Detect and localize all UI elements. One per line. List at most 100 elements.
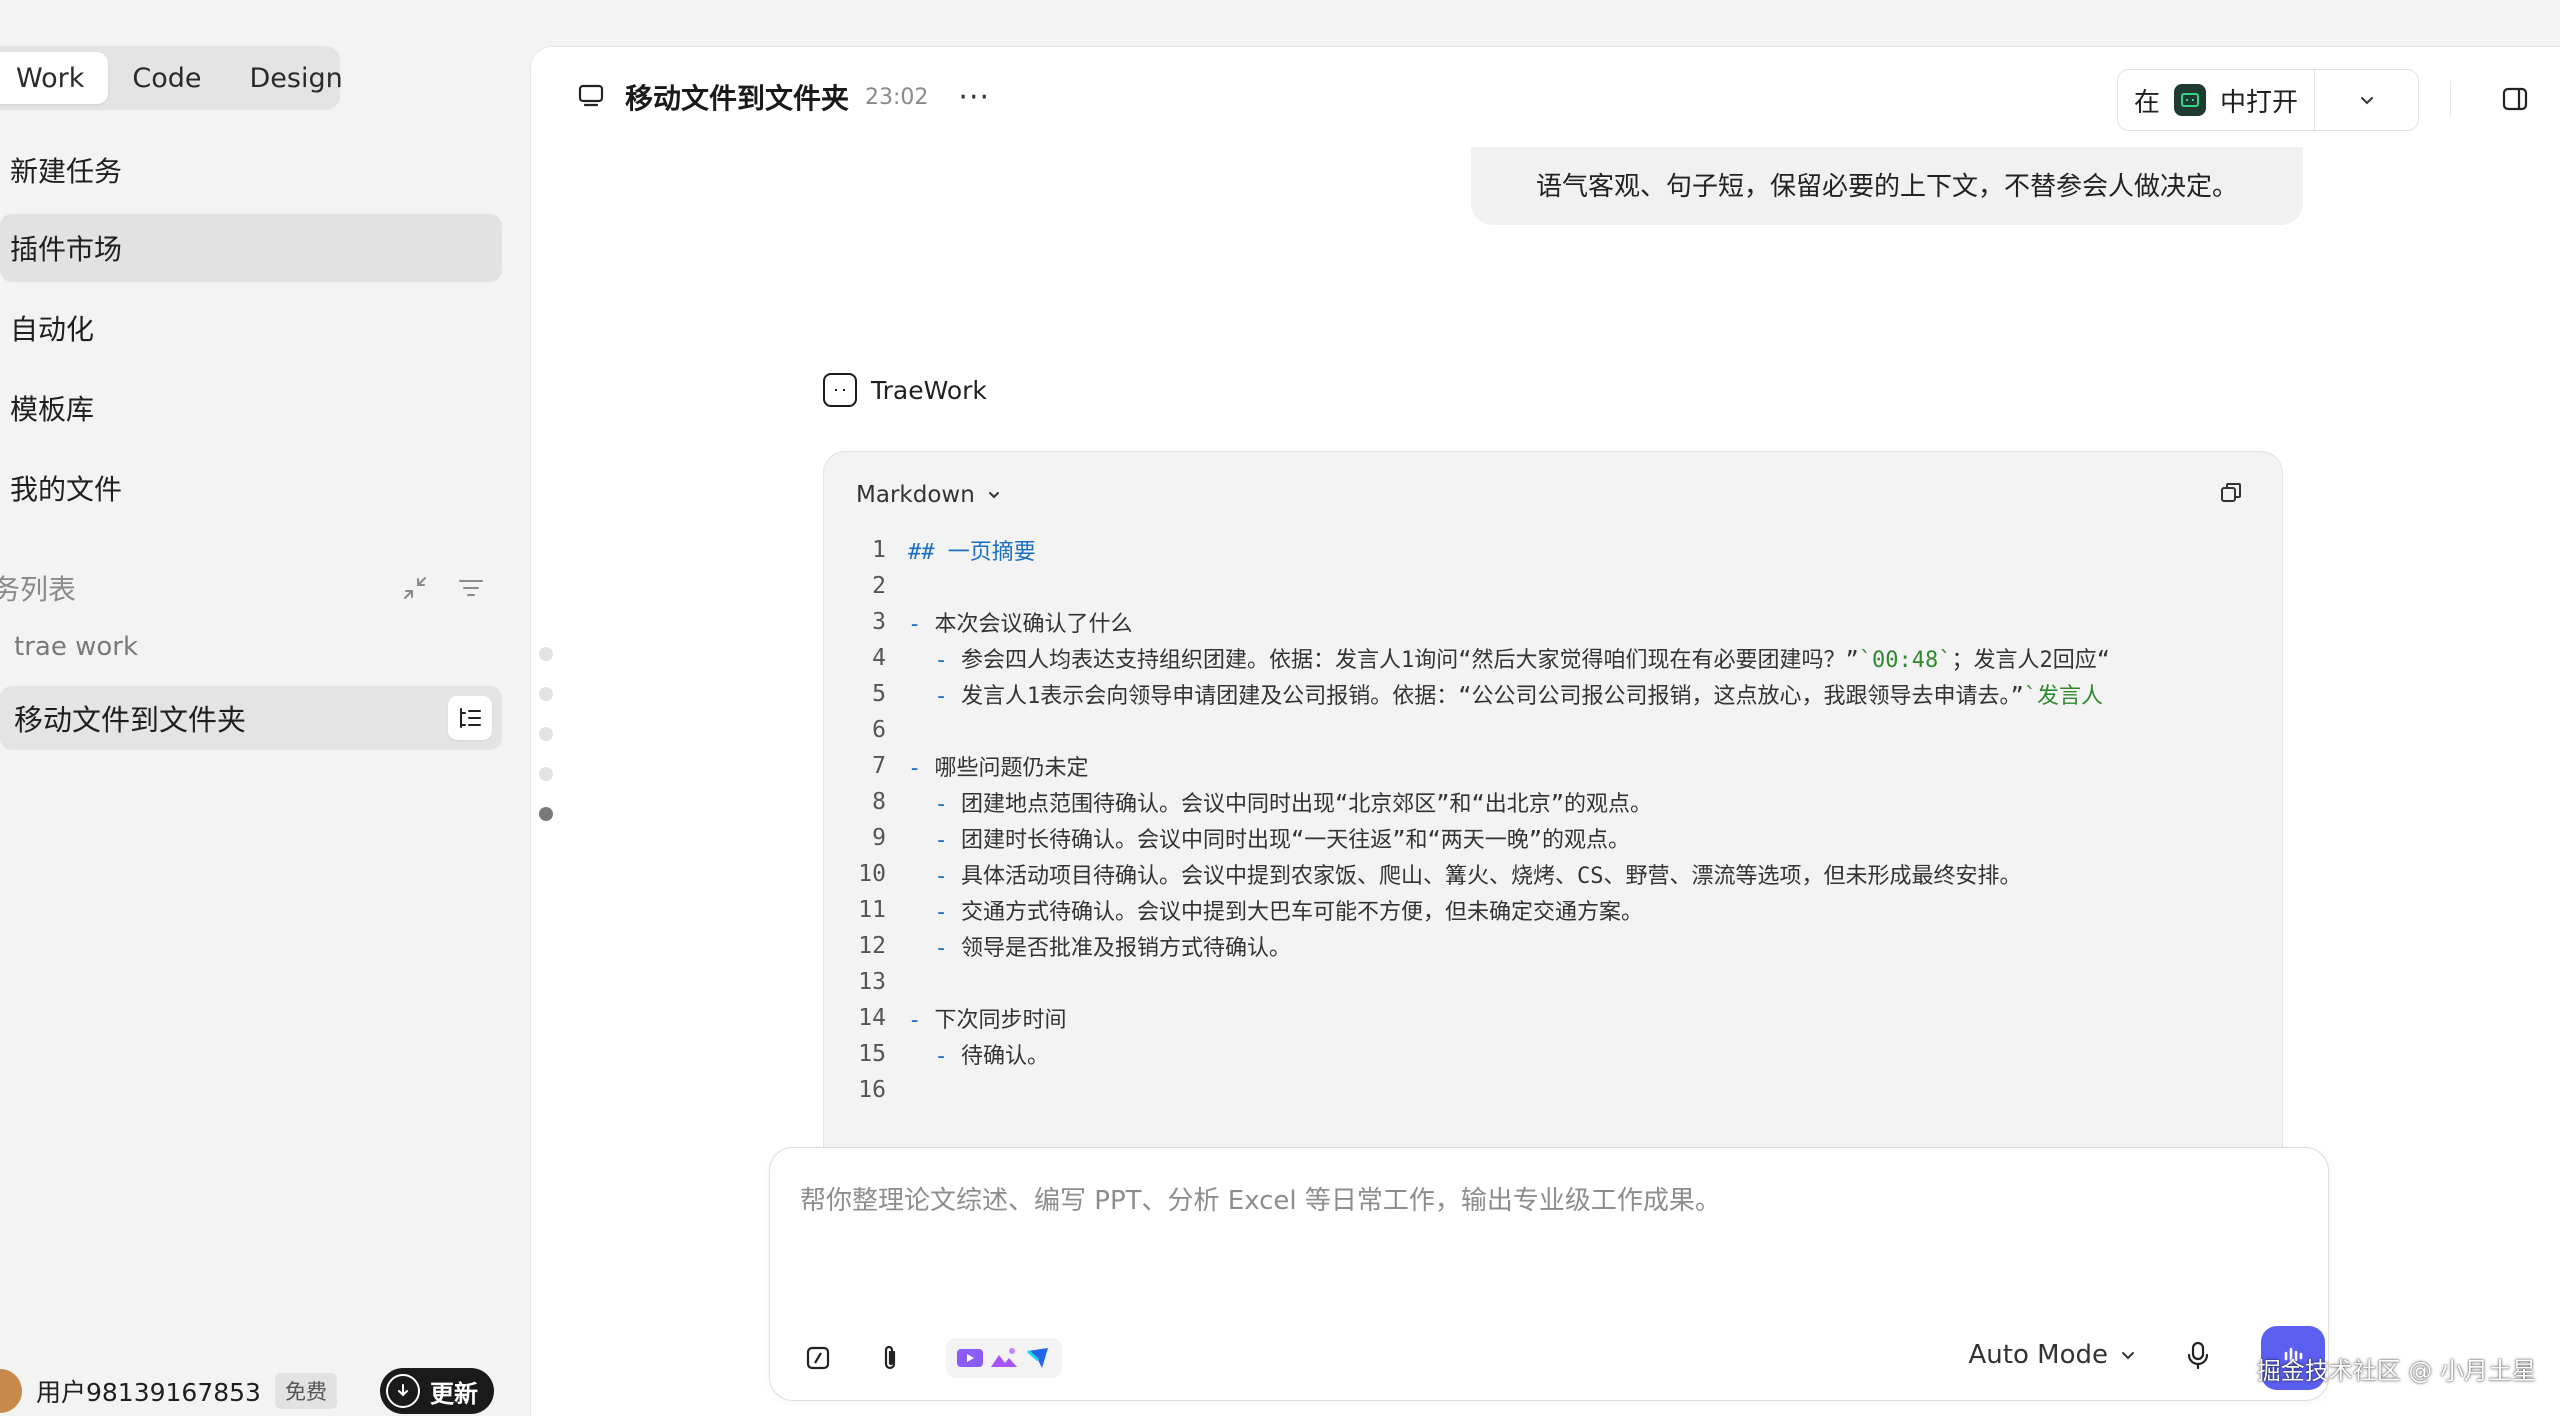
code-token: - — [908, 684, 961, 709]
mode-tab-work[interactable]: Work — [0, 52, 109, 104]
header-timestamp: 23:02 — [865, 84, 929, 110]
code-token: ；发言人2回应“ — [1951, 648, 2110, 673]
open-in-prefix: 在 — [2134, 87, 2161, 118]
sidebar: Work Code Design 新建任务 插件市场 自动化 模板库 我的文件 … — [0, 0, 530, 1416]
line-number: 11 — [858, 897, 886, 923]
code-line: 14 - 下次同步时间 — [824, 1000, 2282, 1036]
scroll-dot[interactable] — [539, 727, 553, 741]
code-line: 15 - 待确认。 — [824, 1036, 2282, 1072]
code-token: 参会四人均表达支持组织团建。依据：发言人1询问“然后大家觉得咱们现在有必要团建吗… — [960, 648, 1859, 673]
filter-icon[interactable] — [456, 573, 486, 603]
code-token: 待确认。 — [960, 1044, 1049, 1069]
conversation-header: 移动文件到文件夹 23:02 ··· 在 中打开 — [531, 47, 2560, 147]
scroll-dot-active[interactable] — [539, 807, 553, 821]
code-token: - — [908, 864, 961, 889]
nav-templates[interactable]: 模板库 — [0, 374, 502, 442]
mode-switch: Work Code Design — [0, 46, 343, 110]
task-list-title: 务列表 — [0, 573, 77, 606]
code-line: 4 - 参会四人均表达支持组织团建。依据：发言人1询问“然后大家觉得咱们现在有必… — [824, 640, 2282, 676]
nav-templates-label: 模板库 — [10, 393, 95, 426]
code-line: 7- 哪些问题仍未定 — [824, 748, 2282, 784]
code-line-text: - 下次同步时间 — [908, 1002, 1067, 1034]
nav-plugin-market[interactable]: 插件市场 — [0, 214, 502, 282]
nav-new-task-label: 新建任务 — [10, 155, 123, 188]
line-number: 6 — [872, 717, 886, 743]
code-line-text: - 团建时长待确认。会议中同时出现“一天往返”和“两天一晚”的观点。 — [908, 822, 1629, 854]
line-number: 14 — [858, 1005, 886, 1031]
user-name: 用户98139167853 — [36, 1378, 261, 1407]
code-token: 团建地点范围待确认。会议中同时出现“北京郊区”和“出北京”的观点。 — [960, 792, 1652, 817]
open-in-suffix: 中打开 — [2220, 87, 2299, 118]
code-language-selector[interactable]: Markdown — [856, 482, 1001, 508]
code-token: - — [908, 1044, 961, 1069]
download-icon — [386, 1374, 420, 1408]
watermark: 掘金技术社区 @ 小月土星 — [2256, 1357, 2536, 1385]
line-number: 1 — [872, 537, 886, 563]
task-item-active[interactable]: 移动文件到文件夹 — [0, 686, 502, 750]
scroll-dot[interactable] — [539, 767, 553, 781]
scroll-indicator — [531, 647, 561, 847]
code-line: 11 - 交通方式待确认。会议中提到大巴车可能不方便，但未确定交通方案。 — [824, 892, 2282, 928]
nav-my-files-label: 我的文件 — [10, 473, 123, 506]
nav-my-files[interactable]: 我的文件 — [0, 454, 502, 522]
image-plugin-icon[interactable] — [988, 1342, 1020, 1374]
avatar[interactable] — [0, 1369, 22, 1413]
code-token: 哪些问题仍未定 — [934, 756, 1089, 781]
plugin-shortcuts — [946, 1338, 1062, 1378]
nav-new-task[interactable]: 新建任务 — [0, 136, 502, 204]
code-token: - — [908, 1008, 935, 1033]
code-token: - — [908, 648, 961, 673]
open-in-app-control: 在 中打开 — [2117, 69, 2419, 131]
code-line: 13 — [824, 964, 2282, 1000]
update-button-label: 更新 — [430, 1379, 478, 1408]
line-number: 5 — [872, 681, 886, 707]
chat-icon — [577, 81, 605, 113]
code-token: 领导是否批准及报销方式待确认。 — [960, 936, 1291, 961]
prompt-input[interactable] — [800, 1186, 2280, 1216]
agent-name: TraeWork — [871, 375, 987, 405]
video-plugin-icon[interactable] — [954, 1342, 986, 1374]
code-line-text: - 团建地点范围待确认。会议中同时出现“北京郊区”和“出北京”的观点。 — [908, 786, 1652, 818]
code-line-text: - 参会四人均表达支持组织团建。依据：发言人1询问“然后大家觉得咱们现在有必要团… — [908, 642, 2110, 674]
update-button[interactable]: 更新 — [380, 1368, 494, 1414]
line-number: 3 — [872, 609, 886, 635]
header-divider — [2450, 81, 2451, 117]
task-item-title: 移动文件到文件夹 — [14, 703, 247, 737]
line-number: 16 — [858, 1077, 886, 1103]
code-line-text: - 发言人1表示会向领导申请团建及公司报销。依据：“公公司公司报公司报销，这点放… — [908, 678, 2103, 710]
scroll-dot[interactable] — [539, 687, 553, 701]
code-token: - — [908, 828, 961, 853]
mode-selector[interactable]: Auto Mode — [1969, 1340, 2136, 1370]
chevron-down-icon[interactable] — [2315, 90, 2418, 110]
microphone-icon[interactable] — [2184, 1340, 2216, 1372]
line-number: 4 — [872, 645, 886, 671]
line-number: 9 — [872, 825, 886, 851]
code-token: - — [908, 936, 961, 961]
code-token: - — [908, 756, 935, 781]
line-number: 8 — [872, 789, 886, 815]
nav-automation[interactable]: 自动化 — [0, 294, 502, 362]
task-list-header: 务列表 — [0, 564, 502, 612]
more-options-button[interactable]: ··· — [958, 80, 990, 115]
slash-command-icon[interactable] — [802, 1342, 834, 1374]
open-in-app-button[interactable]: 在 中打开 — [2118, 70, 2316, 130]
code-token: `00:48` — [1858, 648, 1952, 673]
scroll-dot[interactable] — [539, 647, 553, 661]
copy-icon[interactable] — [2218, 480, 2246, 508]
code-line: 12 - 领导是否批准及报销方式待确认。 — [824, 928, 2282, 964]
attachment-icon[interactable] — [874, 1342, 906, 1374]
collapse-icon[interactable] — [400, 573, 430, 603]
code-token: `发言人 — [2023, 684, 2103, 709]
code-token: 交通方式待确认。会议中提到大巴车可能不方便，但未确定交通方案。 — [960, 900, 1643, 925]
mode-tab-design[interactable]: Design — [226, 52, 367, 104]
task-outline-icon[interactable] — [448, 696, 492, 740]
code-line: 1 ## 一页摘要 — [824, 532, 2282, 568]
line-number: 2 — [872, 573, 886, 599]
nav-plugin-market-label: 插件市场 — [10, 233, 123, 266]
design-plugin-icon[interactable] — [1022, 1342, 1054, 1374]
mode-tab-code[interactable]: Code — [108, 52, 225, 104]
page-title: 移动文件到文件夹 — [625, 82, 850, 115]
code-line: 8 - 团建地点范围待确认。会议中同时出现“北京郊区”和“出北京”的观点。 — [824, 784, 2282, 820]
sidebar-toggle-icon[interactable] — [2499, 83, 2531, 115]
code-line-text: - 交通方式待确认。会议中提到大巴车可能不方便，但未确定交通方案。 — [908, 894, 1643, 926]
